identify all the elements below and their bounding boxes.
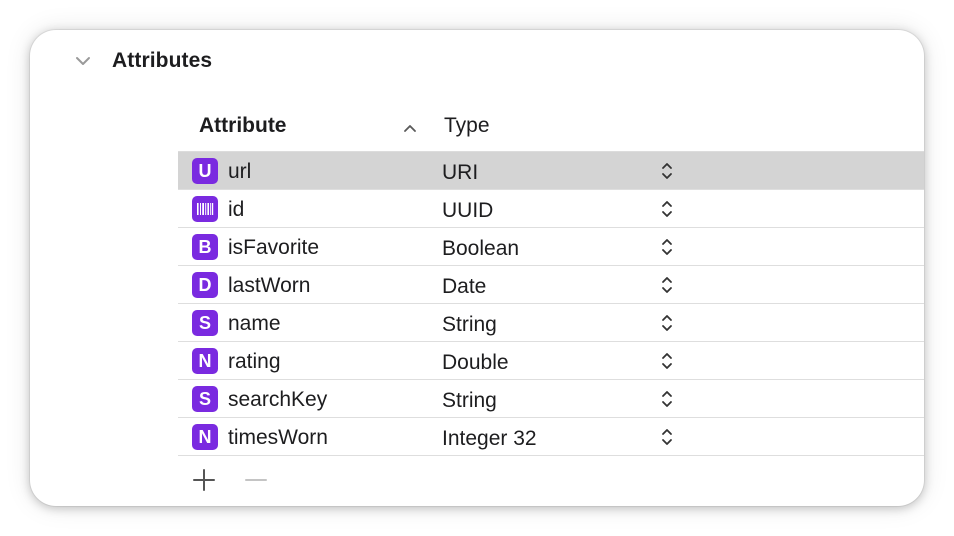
attribute-name[interactable]: rating xyxy=(228,350,281,374)
chevron-down-icon[interactable] xyxy=(74,52,92,70)
attribute-name[interactable]: timesWorn xyxy=(228,426,328,450)
attribute-name[interactable]: id xyxy=(228,198,244,222)
type-badge-icon: N xyxy=(192,424,218,450)
section-title: Attributes xyxy=(112,49,213,72)
attributes-panel: Attributes Attribute Type Uurl URI id UUID B… xyxy=(30,30,924,506)
up-down-chevron-icon[interactable] xyxy=(660,389,674,409)
type-badge-icon: S xyxy=(192,310,218,336)
type-badge-icon: S xyxy=(192,386,218,412)
table-row[interactable]: Uurl URI xyxy=(178,152,924,190)
attribute-name[interactable]: searchKey xyxy=(228,388,327,412)
up-down-chevron-icon[interactable] xyxy=(660,275,674,295)
attribute-type-select[interactable]: UUID xyxy=(442,199,493,223)
minus-icon xyxy=(245,479,267,481)
remove-attribute-button[interactable] xyxy=(244,468,268,492)
attribute-type-select[interactable]: Date xyxy=(442,275,486,299)
up-down-chevron-icon[interactable] xyxy=(660,161,674,181)
attribute-name[interactable]: lastWorn xyxy=(228,274,310,298)
up-down-chevron-icon[interactable] xyxy=(660,427,674,447)
table-body: Uurl URI id UUID BisFavorite Boolean DlastWorn… xyxy=(178,152,924,456)
type-badge-icon: B xyxy=(192,234,218,260)
attribute-type-select[interactable]: Double xyxy=(442,351,509,375)
up-down-chevron-icon[interactable] xyxy=(660,237,674,257)
table-footer xyxy=(178,460,378,500)
attribute-name[interactable]: name xyxy=(228,312,281,336)
table-row[interactable]: id UUID xyxy=(178,190,924,228)
attribute-type-select[interactable]: URI xyxy=(442,161,478,185)
attribute-type-select[interactable]: String xyxy=(442,389,497,413)
column-header-type[interactable]: Type xyxy=(444,114,490,138)
up-down-chevron-icon[interactable] xyxy=(660,313,674,333)
table-row[interactable]: DlastWorn Date xyxy=(178,266,924,304)
attribute-type-select[interactable]: String xyxy=(442,313,497,337)
type-badge-icon: U xyxy=(192,158,218,184)
type-badge-icon: D xyxy=(192,272,218,298)
table-header: Attribute Type xyxy=(178,108,924,152)
attribute-name[interactable]: url xyxy=(228,160,251,184)
attribute-type-select[interactable]: Boolean xyxy=(442,237,519,261)
table-row[interactable]: Nrating Double xyxy=(178,342,924,380)
type-badge-icon: N xyxy=(192,348,218,374)
add-attribute-button[interactable] xyxy=(192,468,216,492)
plus-icon xyxy=(193,469,215,491)
column-header-attribute[interactable]: Attribute xyxy=(199,114,287,138)
attribute-type-select[interactable]: Integer 32 xyxy=(442,427,537,451)
chevron-up-icon[interactable] xyxy=(402,120,418,136)
table-row[interactable]: Sname String xyxy=(178,304,924,342)
table-row[interactable]: BisFavorite Boolean xyxy=(178,228,924,266)
barcode-icon xyxy=(192,196,218,222)
table-row[interactable]: SsearchKey String xyxy=(178,380,924,418)
up-down-chevron-icon[interactable] xyxy=(660,351,674,371)
attribute-name[interactable]: isFavorite xyxy=(228,236,319,260)
up-down-chevron-icon[interactable] xyxy=(660,199,674,219)
attributes-section-header[interactable]: Attributes xyxy=(74,46,212,76)
table-row[interactable]: NtimesWorn Integer 32 xyxy=(178,418,924,456)
attributes-table: Attribute Type Uurl URI id UUID BisFavorite B… xyxy=(178,108,924,456)
